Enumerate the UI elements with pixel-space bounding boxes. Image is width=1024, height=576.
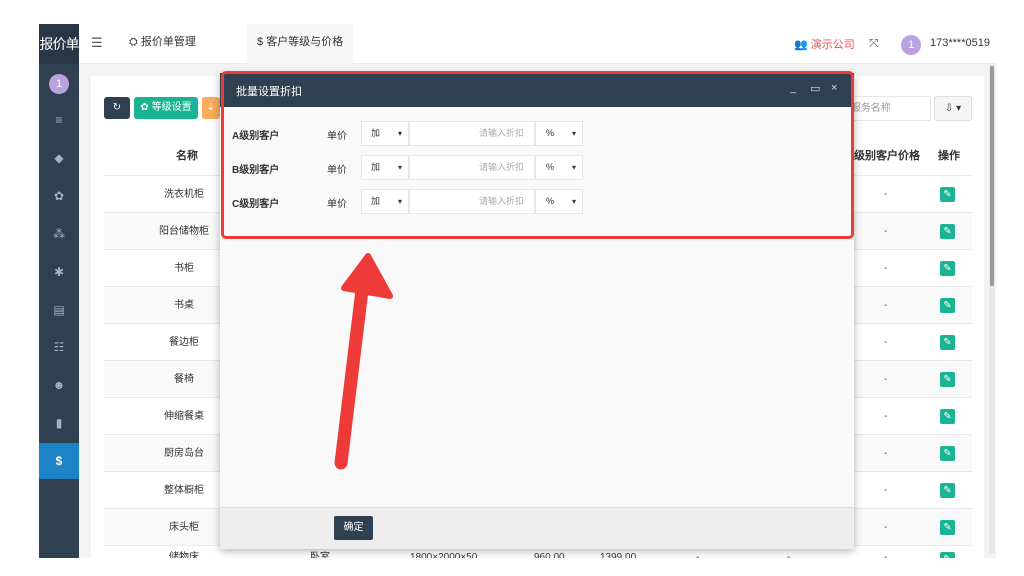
page-scrollbar-thumb[interactable] bbox=[990, 66, 994, 286]
annotation-arrow-icon bbox=[334, 253, 393, 470]
